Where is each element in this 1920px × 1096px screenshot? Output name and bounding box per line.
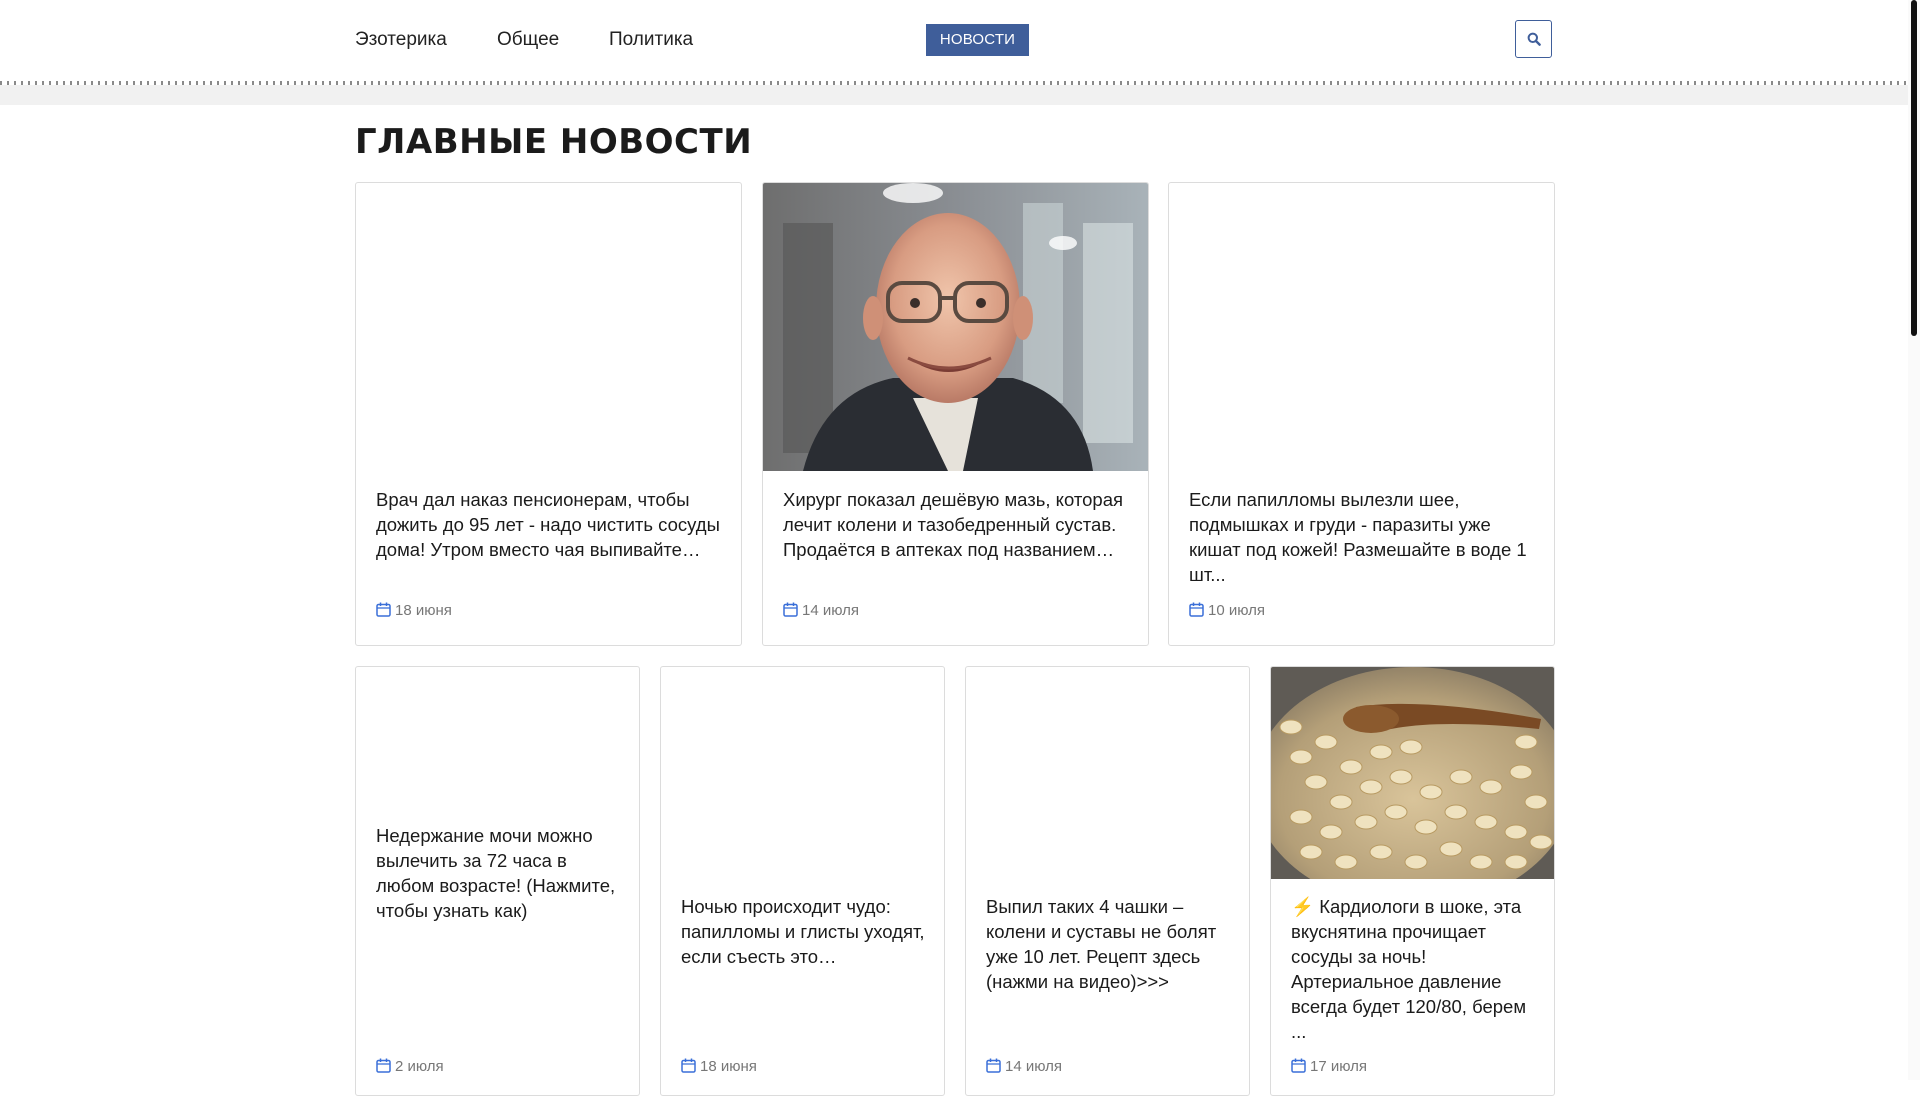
garlic-pot-photo[interactable] (1271, 667, 1554, 879)
card-date-text: 18 июня (395, 602, 452, 619)
scrollbar-thumb[interactable] (1911, 0, 1917, 336)
lightning-icon: ⚡ (1291, 896, 1315, 917)
card-date: 18 июня (681, 1058, 757, 1076)
news-card[interactable]: Хирург показал дешёвую мазь, которая леч… (762, 182, 1149, 646)
calendar-icon (681, 1058, 696, 1073)
card-date-text: 2 июля (395, 1058, 444, 1075)
news-card[interactable]: Ночью происходит чудо: папилломы и глист… (660, 666, 945, 1096)
card-title[interactable]: Ночью происходит чудо: папилломы и глист… (681, 894, 926, 969)
search-icon (1527, 32, 1541, 46)
card-title[interactable]: Врач дал наказ пенсионерам, чтобы дожить… (376, 487, 723, 562)
card-title[interactable]: Выпил таких 4 чашки – колени и суставы н… (986, 894, 1231, 994)
calendar-icon (1189, 602, 1204, 617)
card-date-text: 18 июня (700, 1058, 757, 1075)
calendar-icon (986, 1058, 1001, 1073)
calendar-icon (783, 602, 798, 617)
news-card[interactable]: Врач дал наказ пенсионерам, чтобы дожить… (355, 182, 742, 646)
card-date: 17 июля (1291, 1058, 1367, 1076)
card-date-text: 10 июля (1208, 602, 1266, 619)
news-card[interactable]: Если папилломы вылезли шее, подмышках и … (1168, 182, 1555, 646)
card-title-text: Кардиологи в шоке, эта вкуснятина прочищ… (1291, 896, 1527, 1042)
nav-link-general[interactable]: Общее (497, 29, 559, 51)
card-date-text: 14 июля (802, 602, 860, 619)
calendar-icon (376, 1058, 391, 1073)
news-card[interactable]: Недержание мочи можно вылечить за 72 час… (355, 666, 640, 1096)
news-card[interactable]: ⚡ Кардиологи в шоке, эта вкуснятина проч… (1270, 666, 1555, 1096)
card-title[interactable]: ⚡ Кардиологи в шоке, эта вкуснятина проч… (1291, 894, 1536, 1044)
scrollbar[interactable] (1908, 0, 1920, 1080)
card-date: 2 июля (376, 1058, 444, 1076)
card-date: 14 июля (986, 1058, 1062, 1076)
card-date: 14 июля (783, 602, 859, 620)
search-button[interactable] (1515, 20, 1552, 58)
page-title: ГЛАВНЫЕ НОВОСТИ (355, 122, 753, 162)
news-card[interactable]: Выпил таких 4 чашки – колени и суставы н… (965, 666, 1250, 1096)
card-date: 10 июля (1189, 602, 1265, 620)
card-date-text: 14 июля (1005, 1058, 1063, 1075)
calendar-icon (376, 602, 391, 617)
elderly-man-photo[interactable] (763, 183, 1148, 471)
card-title[interactable]: Если папилломы вылезли шее, подмышках и … (1189, 487, 1536, 587)
news-badge[interactable]: НОВОСТИ (926, 24, 1029, 56)
card-date: 18 июня (376, 602, 452, 620)
site-header: Эзотерика Общее Политика НОВОСТИ (0, 0, 1908, 85)
card-title[interactable]: Хирург показал дешёвую мазь, которая леч… (783, 487, 1130, 562)
header-shadow-strip (0, 85, 1908, 105)
card-title[interactable]: Недержание мочи можно вылечить за 72 час… (376, 823, 621, 923)
nav-link-esoterics[interactable]: Эзотерика (355, 29, 447, 51)
card-date-text: 17 июля (1310, 1058, 1368, 1075)
calendar-icon (1291, 1058, 1306, 1073)
nav-link-politics[interactable]: Политика (609, 29, 693, 51)
